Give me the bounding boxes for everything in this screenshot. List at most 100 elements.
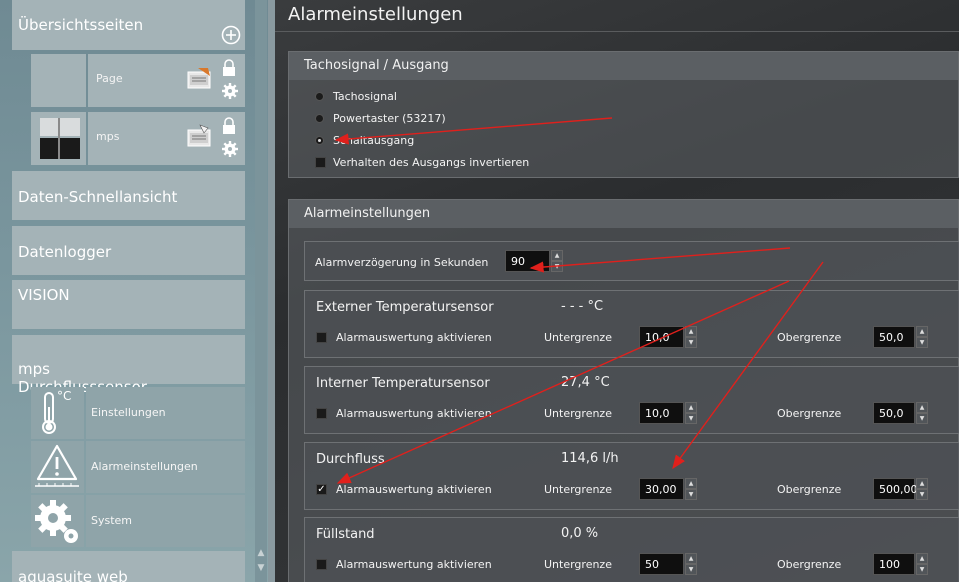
chevron-down-icon[interactable]: ▼	[916, 489, 928, 500]
sensor-value: 0,0 %	[561, 526, 599, 541]
alarm-enable-checkbox[interactable]	[316, 332, 327, 343]
chevron-down-icon[interactable]: ▼	[685, 564, 697, 575]
sidebar-item-datalogger[interactable]: Datenlogger	[12, 226, 245, 275]
chevron-down-icon[interactable]: ▼	[916, 413, 928, 424]
sidebar-item-mps-flow-sensor[interactable]: mps Durchflusssensor	[12, 335, 245, 396]
alarm-enable-checkbox[interactable]: ✓	[316, 484, 327, 495]
chevron-up-icon[interactable]: ▲	[916, 326, 928, 337]
edit-page-icon[interactable]	[186, 124, 214, 152]
sensor-external-temp: Externer Temperatursensor - - - °C Alarm…	[304, 290, 959, 358]
sidebar-item-aquasuite-web[interactable]: aquasuite web	[12, 551, 245, 582]
tacho-panel-title: Tachosignal / Ausgang	[289, 52, 958, 80]
option-label: Verhalten des Ausgangs invertieren	[333, 156, 530, 169]
upper-limit-stepper[interactable]: ▲ ▼	[916, 553, 928, 575]
lower-limit-input[interactable]: 50	[639, 553, 684, 575]
sidebar-item-overview[interactable]: Übersichtsseiten	[12, 0, 245, 50]
sidebar-item-label: Alarmeinstellungen	[91, 460, 198, 473]
chevron-down-icon[interactable]: ▼	[685, 413, 697, 424]
lower-limit-input[interactable]: 30,00	[639, 478, 684, 500]
sensor-title: Füllstand	[316, 527, 375, 542]
upper-limit-stepper[interactable]: ▲ ▼	[916, 326, 928, 348]
chevron-down-icon[interactable]: ▼	[551, 261, 563, 272]
radio-powertaster[interactable]	[315, 114, 324, 123]
alarm-enable-checkbox[interactable]	[316, 559, 327, 570]
tacho-panel: Tachosignal / Ausgang Tachosignal Powert…	[288, 51, 959, 178]
chevron-up-icon[interactable]: ▲	[916, 402, 928, 413]
invert-output-checkbox[interactable]	[315, 157, 326, 168]
sidebar-item-label: Übersichtsseiten	[18, 16, 144, 34]
upper-limit-input[interactable]: 100	[873, 553, 915, 575]
lower-limit-stepper[interactable]: ▲ ▼	[685, 478, 697, 500]
gear-icon	[35, 500, 78, 543]
lock-icon[interactable]	[221, 58, 237, 78]
sidebar-item-system[interactable]: System	[86, 495, 245, 547]
alarm-enable-checkbox[interactable]	[316, 408, 327, 419]
settings-icon-tile[interactable]: °C	[31, 387, 84, 439]
system-icon-tile[interactable]	[31, 495, 84, 547]
page-title: Alarmeinstellungen	[288, 4, 463, 25]
upper-limit-label: Obergrenze	[777, 558, 842, 571]
scroll-up-icon[interactable]: ▲	[255, 548, 267, 558]
chevron-up-icon[interactable]: ▲	[685, 478, 697, 489]
upper-limit-stepper[interactable]: ▲ ▼	[916, 402, 928, 424]
sidebar-item-alarm-settings[interactable]: Alarmeinstellungen	[86, 441, 245, 493]
upper-limit-label: Obergrenze	[777, 407, 842, 420]
title-divider	[275, 31, 959, 32]
option-label: Tachosignal	[333, 90, 397, 103]
chevron-up-icon[interactable]: ▲	[551, 250, 563, 261]
chevron-up-icon[interactable]: ▲	[685, 402, 697, 413]
lock-icon[interactable]	[221, 116, 237, 136]
chevron-down-icon[interactable]: ▼	[916, 564, 928, 575]
mps-thumbnail[interactable]	[31, 112, 86, 165]
sidebar-item-settings[interactable]: Einstellungen	[86, 387, 245, 439]
warning-icon	[35, 444, 79, 487]
option-label: Schaltausgang	[333, 134, 415, 147]
lower-limit-input[interactable]: 10,0	[639, 402, 684, 424]
sidebar-item-label: Einstellungen	[91, 406, 166, 419]
alarm-enable-label: Alarmauswertung aktivieren	[336, 331, 492, 344]
chevron-down-icon[interactable]: ▼	[916, 337, 928, 348]
radio-schaltausgang[interactable]	[315, 136, 324, 145]
sidebar-page-page[interactable]: Page	[88, 54, 245, 107]
sidebar-item-vision[interactable]: VISION	[12, 280, 245, 329]
chevron-up-icon[interactable]: ▲	[916, 478, 928, 489]
sidebar-scrollbar[interactable]: ▲ ▼	[255, 0, 267, 582]
chevron-up-icon[interactable]: ▲	[685, 326, 697, 337]
upper-limit-stepper[interactable]: ▲ ▼	[916, 478, 928, 500]
alarm-enable-label: Alarmauswertung aktivieren	[336, 558, 492, 571]
gear-icon[interactable]	[221, 140, 239, 158]
chevron-up-icon[interactable]: ▲	[916, 553, 928, 564]
gear-icon[interactable]	[221, 82, 239, 100]
lower-limit-stepper[interactable]: ▲ ▼	[685, 402, 697, 424]
page-label: Page	[96, 72, 123, 85]
lower-limit-label: Untergrenze	[544, 407, 612, 420]
sensor-value: 114,6 l/h	[561, 451, 619, 466]
sensor-title: Externer Temperatursensor	[316, 300, 494, 315]
lower-limit-input[interactable]: 10,0	[639, 326, 684, 348]
chevron-down-icon[interactable]: ▼	[685, 337, 697, 348]
chevron-down-icon[interactable]: ▼	[685, 489, 697, 500]
lower-limit-label: Untergrenze	[544, 558, 612, 571]
sidebar-item-data-quickview[interactable]: Daten-Schnellansicht	[12, 171, 245, 220]
sidebar-item-label: VISION	[18, 286, 70, 304]
lower-limit-label: Untergrenze	[544, 331, 612, 344]
sensor-internal-temp: Interner Temperatursensor 27,4 °C Alarma…	[304, 366, 959, 434]
sidebar-edge	[268, 0, 275, 582]
radio-tachosignal[interactable]	[315, 92, 324, 101]
upper-limit-input[interactable]: 50,0	[873, 402, 915, 424]
edit-page-icon[interactable]	[186, 66, 214, 94]
upper-limit-input[interactable]: 500,00	[873, 478, 918, 500]
delay-input[interactable]: 90	[505, 250, 550, 272]
chevron-up-icon[interactable]: ▲	[685, 553, 697, 564]
sidebar-page-mps[interactable]: mps	[88, 112, 245, 165]
lower-limit-stepper[interactable]: ▲ ▼	[685, 553, 697, 575]
lower-limit-stepper[interactable]: ▲ ▼	[685, 326, 697, 348]
page-thumbnail[interactable]	[31, 54, 86, 107]
upper-limit-input[interactable]: 50,0	[873, 326, 915, 348]
add-icon[interactable]	[221, 25, 241, 45]
option-label: Powertaster (53217)	[333, 112, 446, 125]
delay-stepper[interactable]: ▲ ▼	[551, 250, 563, 272]
scroll-down-icon[interactable]: ▼	[255, 563, 267, 573]
delay-label: Alarmverzögerung in Sekunden	[315, 256, 489, 269]
alarm-icon-tile[interactable]	[31, 441, 84, 493]
